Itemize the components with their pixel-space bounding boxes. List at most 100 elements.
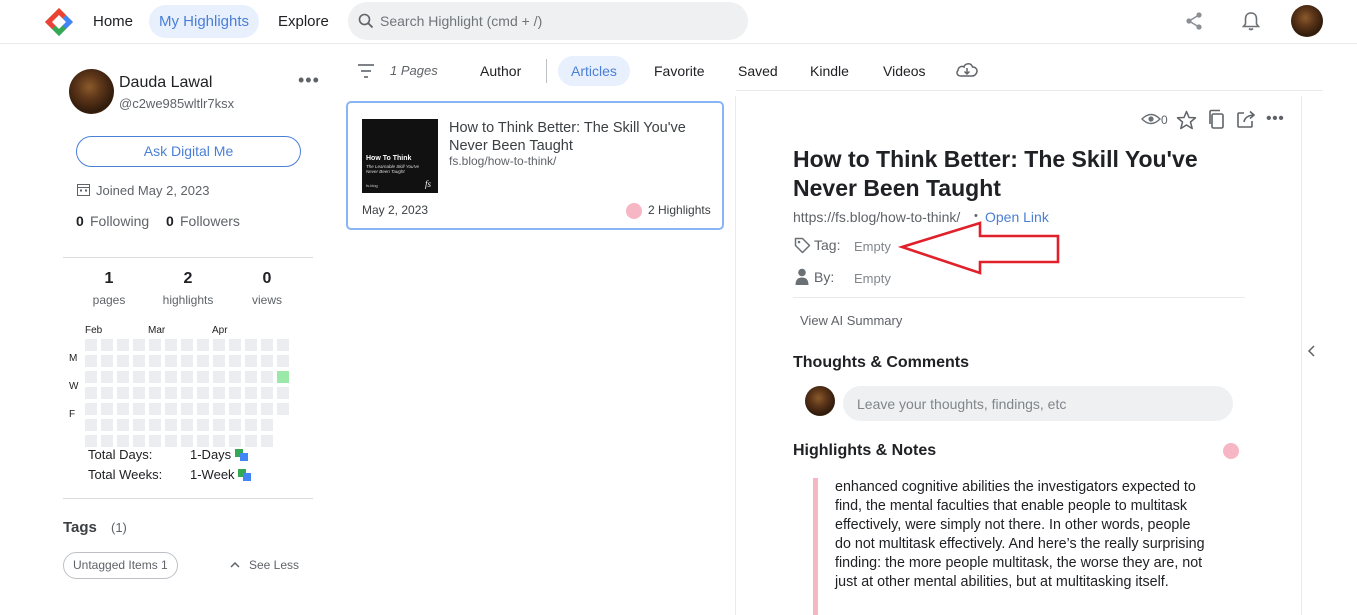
heatmap-cell bbox=[229, 387, 241, 399]
heatmap-cell bbox=[101, 355, 113, 367]
heatmap-cell bbox=[229, 403, 241, 415]
heatmap-cell bbox=[149, 355, 161, 367]
heatmap-cell bbox=[101, 371, 113, 383]
tag-value[interactable]: Empty bbox=[854, 239, 891, 254]
stat-views-label: views bbox=[251, 293, 282, 307]
bell-icon[interactable] bbox=[1240, 10, 1262, 32]
by-value[interactable]: Empty bbox=[854, 271, 891, 286]
stat-highlights-value: 2 bbox=[183, 270, 193, 287]
highlight-color-dot[interactable] bbox=[1223, 443, 1239, 459]
heatmap-cell bbox=[181, 371, 193, 383]
heatmap-cell bbox=[165, 387, 177, 399]
heatmap-cell bbox=[197, 435, 209, 447]
nav-home[interactable]: Home bbox=[83, 5, 143, 38]
total-weeks-value: 1-Week bbox=[190, 467, 235, 482]
following-label[interactable]: Following bbox=[90, 213, 149, 229]
chevron-left-icon[interactable] bbox=[1307, 344, 1317, 358]
heatmap-cell bbox=[117, 355, 129, 367]
filter-icon[interactable] bbox=[357, 63, 375, 79]
heatmap-cell bbox=[229, 419, 241, 431]
heatmap-cell bbox=[117, 371, 129, 383]
heatmap-cell bbox=[85, 339, 97, 351]
tab-divider bbox=[546, 59, 547, 83]
heatmap-cell bbox=[85, 387, 97, 399]
heatmap-cell bbox=[277, 371, 289, 383]
heatmap-cell bbox=[261, 371, 273, 383]
heatmap-cell bbox=[213, 339, 225, 351]
tab-articles[interactable]: Articles bbox=[558, 56, 630, 86]
heatmap-cell bbox=[181, 403, 193, 415]
card-highlights-count: 2 Highlights bbox=[648, 203, 711, 217]
detail-title: How to Think Better: The Skill You've Ne… bbox=[793, 146, 1198, 201]
heatmap-cell bbox=[213, 435, 225, 447]
total-days-label: Total Days: bbox=[88, 447, 153, 462]
heatmap-cell bbox=[213, 387, 225, 399]
copy-icon[interactable] bbox=[1207, 109, 1226, 130]
share-icon[interactable] bbox=[1184, 11, 1204, 31]
tab-videos[interactable]: Videos bbox=[870, 56, 939, 86]
heatmap-cell bbox=[245, 435, 257, 447]
card-title[interactable]: How to Think Better: The Skill You've Ne… bbox=[449, 119, 709, 155]
heatmap-cell bbox=[165, 371, 177, 383]
nav-explore[interactable]: Explore bbox=[268, 5, 339, 38]
highlight-quote[interactable]: enhanced cognitive abilities the investi… bbox=[835, 478, 1210, 592]
heatmap-cell bbox=[197, 419, 209, 431]
app-logo-icon[interactable] bbox=[44, 7, 74, 37]
nav-my-highlights[interactable]: My Highlights bbox=[149, 5, 260, 38]
heatmap-cell bbox=[197, 387, 209, 399]
cloud-download-icon[interactable] bbox=[955, 60, 979, 80]
untagged-items-chip[interactable]: Untagged Items 1 bbox=[63, 552, 178, 579]
detail-more-icon[interactable]: ••• bbox=[1266, 110, 1284, 128]
eye-icon bbox=[1141, 113, 1161, 125]
heatmap-cell bbox=[101, 403, 113, 415]
heatmap-cell bbox=[101, 435, 113, 447]
share-out-icon[interactable] bbox=[1236, 109, 1257, 129]
tab-saved[interactable]: Saved bbox=[725, 56, 791, 86]
card-date: May 2, 2023 bbox=[362, 203, 429, 217]
heatmap-cell bbox=[149, 435, 161, 447]
calendar-icon bbox=[77, 184, 90, 196]
profile-avatar bbox=[69, 69, 114, 114]
ask-digital-me-button[interactable]: Ask Digital Me bbox=[76, 136, 301, 167]
profile-name: Dauda Lawal bbox=[119, 74, 213, 91]
heatmap-month-label: Mar bbox=[148, 325, 166, 336]
see-less-link[interactable]: See Less bbox=[249, 558, 299, 572]
heatmap-cell bbox=[133, 355, 145, 367]
heatmap-day-label: F bbox=[69, 409, 76, 420]
heatmap-cell bbox=[149, 387, 161, 399]
heatmap-cell bbox=[245, 403, 257, 415]
profile-divider bbox=[63, 257, 313, 258]
tab-kindle[interactable]: Kindle bbox=[797, 56, 862, 86]
joined-date: Joined May 2, 2023 bbox=[96, 183, 210, 198]
view-ai-summary-button[interactable]: View AI Summary bbox=[800, 313, 902, 328]
article-card[interactable]: How To Think The Learnable Skill You've … bbox=[346, 101, 724, 230]
filter-underline bbox=[736, 90, 1323, 91]
star-icon[interactable] bbox=[1176, 110, 1197, 130]
heatmap-cell bbox=[277, 403, 289, 415]
comment-box[interactable] bbox=[843, 386, 1233, 421]
heatmap-month-label: Apr bbox=[212, 325, 228, 336]
heatmap-day-label: M bbox=[69, 353, 78, 364]
heatmap-cell bbox=[117, 387, 129, 399]
followers-count: 0 bbox=[166, 213, 174, 229]
tab-author[interactable]: Author bbox=[467, 56, 534, 86]
chevron-up-icon[interactable] bbox=[229, 558, 241, 570]
search-icon bbox=[358, 13, 374, 29]
comment-input[interactable] bbox=[857, 386, 1217, 421]
profile-more-icon[interactable]: ••• bbox=[298, 70, 320, 91]
tags-count: (1) bbox=[111, 520, 127, 535]
heatmap-cell bbox=[277, 339, 289, 351]
heatmap-cell bbox=[229, 435, 241, 447]
thoughts-title: Thoughts & Comments bbox=[793, 354, 969, 371]
heatmap-cell bbox=[165, 403, 177, 415]
user-avatar[interactable] bbox=[1291, 5, 1323, 37]
heatmap-cell bbox=[213, 371, 225, 383]
tab-favorite[interactable]: Favorite bbox=[641, 56, 718, 86]
heatmap-cell bbox=[117, 419, 129, 431]
person-icon bbox=[795, 268, 809, 285]
heatmap-cell bbox=[165, 419, 177, 431]
thumb-subtitle: The Learnable Skill You've Never Been Ta… bbox=[366, 164, 420, 174]
followers-label[interactable]: Followers bbox=[180, 213, 240, 229]
search-bar[interactable] bbox=[348, 2, 748, 40]
search-input[interactable] bbox=[380, 2, 740, 40]
